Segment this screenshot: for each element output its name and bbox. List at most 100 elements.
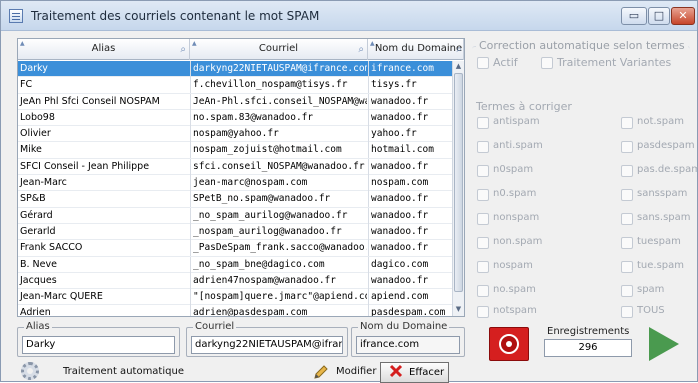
term-label: non.spam [493, 236, 543, 247]
cell-domaine: wanadoo.fr [368, 158, 452, 175]
minimize-button[interactable]: ▭ [621, 7, 647, 25]
cell-alias: B. Neve [20, 258, 57, 270]
stop-button[interactable] [489, 327, 529, 361]
filter-icon[interactable]: ⌕ [456, 40, 462, 60]
term-checkbox[interactable] [621, 261, 633, 273]
domaine-group: Nom du Domaine ifrance.com [351, 321, 465, 357]
cell-domaine: tisys.fr [368, 77, 452, 94]
column-header-courriel[interactable]: ▲ Courriel ⌕ [190, 39, 368, 60]
variantes-label: Traitement Variantes [557, 56, 672, 69]
term-label: no.spam [493, 284, 536, 295]
term-checkbox[interactable] [477, 165, 489, 177]
alias-field[interactable]: Darky [22, 336, 175, 354]
table-row[interactable]: Jean-Marc jean-marc@nospam.com nospam.com [18, 175, 452, 192]
term-checkbox[interactable] [477, 141, 489, 153]
column-header-domaine[interactable]: ▲ Nom du Domaine ⌕ [368, 39, 464, 60]
table-row[interactable]: FC f.chevillon_nospam@tisys.fr tisys.fr [18, 77, 452, 94]
modifier-button[interactable]: Modifier [336, 366, 376, 377]
table-row[interactable]: Frank SACCO _PasDeSpam_frank.sacco@wanado… [18, 240, 452, 257]
cell-alias: Mike [20, 144, 42, 156]
variantes-checkbox[interactable] [541, 57, 553, 69]
scroll-down-icon[interactable]: ▼ [454, 305, 463, 315]
term-checkbox[interactable] [621, 285, 633, 297]
maximize-button[interactable]: □ [648, 7, 670, 25]
table-header: ▲ Alias ⌕ ▲ Courriel ⌕ ▲ Nom du Domaine … [18, 39, 464, 60]
domaine-field: ifrance.com [356, 336, 460, 354]
cell-alias: Jean-Marc [20, 177, 67, 189]
gear-icon[interactable] [21, 362, 39, 380]
term-checkbox[interactable] [621, 141, 633, 153]
cell-alias: SFCI Conseil - Jean Philippe [20, 160, 150, 172]
table-row[interactable]: JeAn Phl Sfci Conseil NOSPAM JeAn-Phl.sfc… [18, 93, 452, 110]
cell-domaine: wanadoo.fr [368, 240, 452, 257]
cell-domaine: pasdespam.com [368, 305, 452, 316]
table-row[interactable]: Olivier nospam@yahoo.fr yahoo.fr [18, 126, 452, 143]
cell-domaine: nospam.com [368, 175, 452, 192]
term-checkbox[interactable] [621, 189, 633, 201]
term-label: antispam [493, 116, 540, 127]
cell-alias: Frank SACCO [20, 242, 83, 254]
courriel-field[interactable]: darkyng22NIETAUSPAM@ifrance.cc [191, 336, 343, 354]
vertical-scrollbar[interactable]: ▲ ▼ [452, 61, 464, 316]
cell-courriel: SPetB_no.spam@wanadoo.fr [190, 191, 367, 208]
term-label: not.spam [637, 116, 684, 127]
term-checkbox[interactable] [477, 261, 489, 273]
cell-courriel: f.chevillon_nospam@tisys.fr [190, 77, 367, 94]
table-row[interactable]: Lobo98 no.spam.83@wanadoo.fr wanadoo.fr [18, 109, 452, 127]
term-checkbox[interactable] [477, 306, 489, 318]
scrollbar-thumb[interactable] [454, 73, 463, 292]
play-icon[interactable] [649, 327, 679, 361]
cell-alias: Jean-Marc QUERE [20, 291, 103, 303]
cell-alias: Jacques [20, 274, 57, 286]
cell-alias: Lobo98 [20, 111, 55, 123]
table-row[interactable]: Gerarld _nospam_aurilog@wanadoo.fr wanadoo… [18, 223, 452, 241]
cell-alias: FC [20, 79, 33, 91]
term-label: sansspam [637, 188, 688, 199]
cell-alias: Gérard [20, 209, 53, 221]
table-row[interactable]: Jacques adrien47nospam@wanadoo.fr wanadoo.… [18, 272, 452, 290]
term-label: tue.spam [637, 260, 685, 271]
term-label: pasdespam [637, 140, 695, 151]
term-checkbox[interactable] [621, 165, 633, 177]
table-row[interactable]: Mike nospam_zojuist@hotmail.com hotmail.co… [18, 142, 452, 159]
term-label: n0spam [493, 164, 534, 175]
pencil-icon [314, 365, 328, 379]
term-label: TOUS [637, 305, 665, 316]
term-checkbox[interactable] [621, 237, 633, 249]
filter-icon[interactable]: ⌕ [180, 40, 186, 60]
table-row[interactable]: Jean-Marc QUERE "[nospam]quere.jmarc"@api… [18, 289, 452, 306]
terms-section-title: Termes à corriger [476, 100, 572, 113]
table-row[interactable]: SFCI Conseil - Jean Philippe sfci.conseil… [18, 158, 452, 176]
table-row[interactable]: SP&B SPetB_no.spam@wanadoo.fr wanadoo.fr [18, 191, 452, 208]
scroll-up-icon[interactable]: ▲ [454, 62, 463, 72]
table-row[interactable]: Adrien adrien@pasdespam.com pasdespam.com [18, 305, 452, 317]
sort-icon: ▲ [192, 40, 197, 47]
term-checkbox[interactable] [621, 117, 633, 129]
cell-courriel: "[nospam]quere.jmarc"@apiend.com [190, 289, 367, 306]
term-checkbox[interactable] [477, 285, 489, 297]
table-row[interactable]: Gérard _no_spam_aurilog@wanadoo.fr wanadoo… [18, 207, 452, 224]
cell-courriel: adrien47nospam@wanadoo.fr [190, 272, 367, 289]
cell-alias: Adrien [20, 307, 51, 317]
filter-icon[interactable]: ⌕ [358, 40, 364, 60]
table-row[interactable]: B. Neve _no_spam_bne@dagico.com dagico.com [18, 256, 452, 273]
term-checkbox[interactable] [477, 117, 489, 129]
term-checkbox[interactable] [477, 213, 489, 225]
term-label: notspam [493, 305, 537, 316]
cell-domaine: wanadoo.fr [368, 109, 452, 126]
term-checkbox[interactable] [477, 189, 489, 201]
auto-processing-button[interactable]: Traitement automatique [63, 366, 184, 377]
cell-courriel: jean-marc@nospam.com [190, 175, 367, 192]
term-checkbox[interactable] [621, 306, 633, 318]
term-checkbox[interactable] [621, 213, 633, 225]
effacer-label: Effacer [409, 367, 445, 378]
cell-domaine: wanadoo.fr [368, 191, 452, 208]
column-header-alias[interactable]: ▲ Alias ⌕ [18, 39, 190, 60]
cell-courriel: _no_spam_aurilog@wanadoo.fr [190, 207, 367, 224]
actif-checkbox[interactable] [477, 57, 489, 69]
cell-courriel: sfci.conseil_NOSPAM@wanadoo.fr [190, 158, 367, 175]
email-table[interactable]: ▲ Alias ⌕ ▲ Courriel ⌕ ▲ Nom du Domaine … [17, 38, 465, 317]
term-checkbox[interactable] [477, 237, 489, 249]
close-button[interactable]: ✕ [671, 7, 695, 25]
table-row[interactable]: Darky darkyng22NIETAUSPAM@ifrance.com ifra… [18, 61, 452, 78]
